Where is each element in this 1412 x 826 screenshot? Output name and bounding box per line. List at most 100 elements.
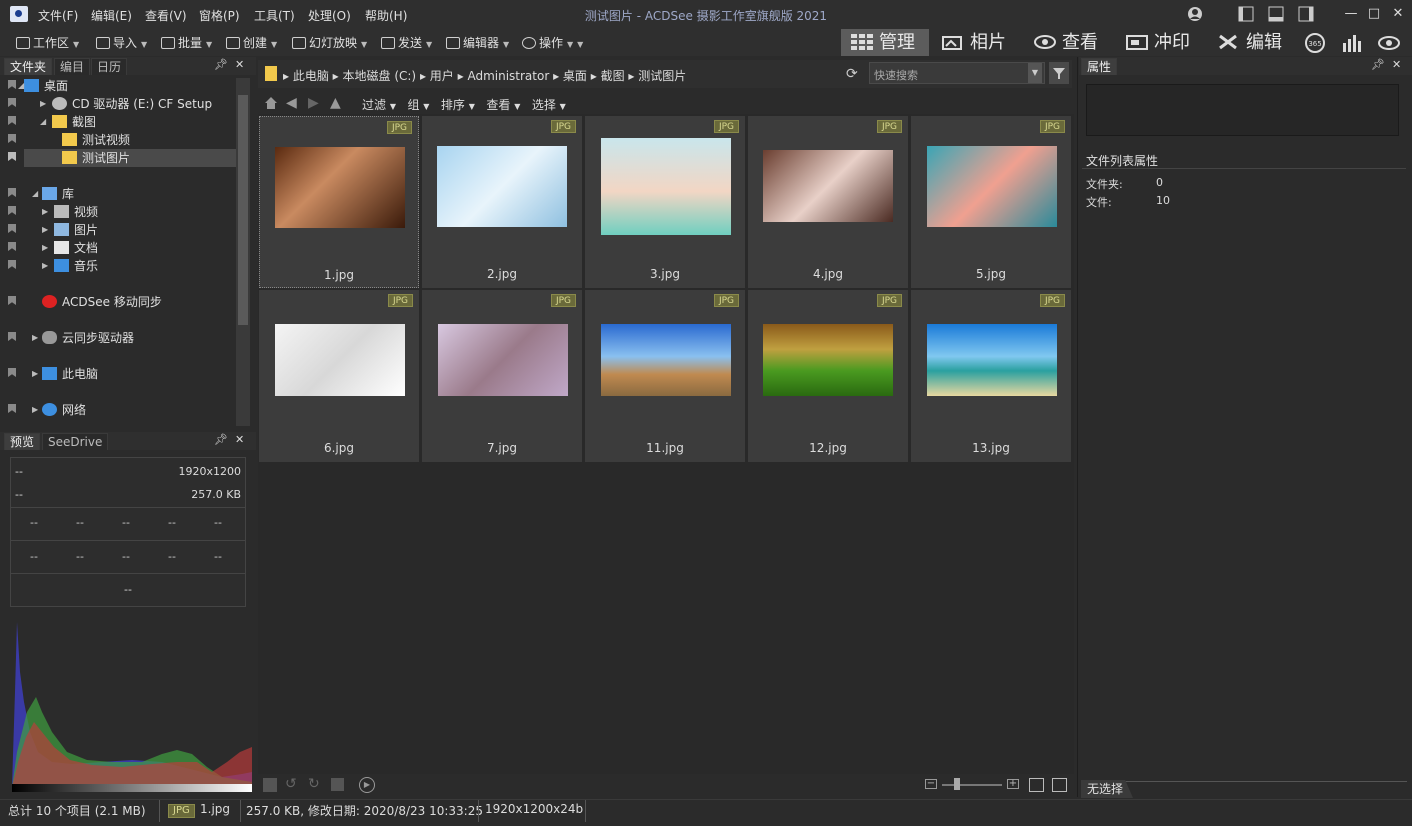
365-icon[interactable]: 365 (1304, 33, 1326, 53)
tree-pictures[interactable]: ▶ 图片 (42, 221, 98, 239)
forward-icon[interactable]: ▶ (308, 95, 319, 111)
slideshow-button[interactable]: 幻灯放映 ▼ (292, 34, 367, 52)
dashboard-icon[interactable] (1342, 33, 1364, 53)
select-menu[interactable]: 选择 ▼ (532, 98, 566, 112)
workspace-button[interactable]: 工作区 ▼ (16, 34, 79, 52)
maximize-icon[interactable]: □ (1366, 6, 1382, 22)
create-button[interactable]: 创建 ▼ (226, 34, 277, 52)
zoom-slider[interactable] (942, 784, 1002, 786)
back-icon[interactable]: ◀ (286, 95, 297, 111)
layout-bottom-icon[interactable] (1268, 6, 1284, 22)
tree-library[interactable]: ◢ 库 (30, 185, 74, 203)
play-icon[interactable]: ▶ (359, 777, 375, 793)
tree-network[interactable]: ▶ 网络 (30, 401, 86, 419)
close-panel-icon[interactable]: ✕ (1392, 58, 1401, 71)
refresh-icon[interactable]: ⟳ (846, 66, 858, 82)
mode-manage[interactable]: 管理 (841, 29, 929, 56)
layout-right-icon[interactable] (1298, 6, 1314, 22)
tree-acdsee-sync[interactable]: ACDSee 移动同步 (42, 293, 162, 311)
sort-menu[interactable]: 排序 ▼ (441, 98, 475, 112)
thumbnail-image (438, 324, 568, 396)
file-thumbnail[interactable]: JPG 3.jpg (585, 116, 745, 288)
tree-test-video[interactable]: 测试视频 (62, 131, 130, 149)
file-thumbnail[interactable]: JPG 11.jpg (585, 290, 745, 462)
editor-button[interactable]: 编辑器 ▼ (446, 34, 509, 52)
mode-view[interactable]: 查看 (1034, 29, 1098, 56)
crumb-desktop[interactable]: 桌面 (563, 69, 587, 83)
tree-cd-drive[interactable]: ▶ CD 驱动器 (E:) CF Setup (40, 95, 212, 113)
rotate-left-icon[interactable]: ↺ (285, 776, 297, 792)
mode-photos[interactable]: 相片 (942, 29, 1006, 56)
actions-button[interactable]: 操作 ▼ ▼ (522, 34, 583, 52)
file-thumbnail[interactable]: JPG 7.jpg (422, 290, 582, 462)
tab-no-selection[interactable]: 无选择 (1081, 780, 1133, 798)
zoom-in-icon[interactable]: + (1007, 779, 1019, 789)
tree-desktop[interactable]: ◢ 桌面 (18, 77, 68, 95)
tab-preview[interactable]: 预览 (4, 433, 41, 450)
tag-icon[interactable] (263, 778, 277, 792)
group-menu[interactable]: 组 ▼ (407, 98, 429, 112)
up-icon[interactable]: ▲ (330, 95, 341, 111)
scroll-thumb[interactable] (238, 95, 248, 325)
search-dropdown-icon[interactable]: ▼ (1028, 63, 1042, 83)
thumbnail-image (601, 324, 731, 396)
file-thumbnail[interactable]: JPG 12.jpg (748, 290, 908, 462)
filter-icon[interactable] (1049, 62, 1069, 84)
crumb-administrator[interactable]: Administrator (467, 69, 549, 83)
file-thumbnail[interactable]: JPG 13.jpg (911, 290, 1071, 462)
tree-this-pc[interactable]: ▶ 此电脑 (30, 365, 98, 383)
compare-icon[interactable] (331, 778, 344, 791)
pin-icon[interactable]: 📌︎ (1371, 58, 1385, 71)
import-button[interactable]: 导入 ▼ (96, 34, 147, 52)
filter-bar: 过滤 ▼ 组 ▼ 排序 ▼ 查看 ▼ 选择 ▼ (362, 96, 566, 113)
thumbnail-view-icon[interactable] (1029, 778, 1044, 792)
tab-catalog[interactable]: 编目 (54, 58, 91, 75)
filter-menu[interactable]: 过滤 ▼ (362, 98, 396, 112)
minimize-icon[interactable]: — (1343, 6, 1359, 22)
tree-test-images[interactable]: 测试图片 (24, 149, 236, 167)
folders-label: 文件夹: (1086, 178, 1123, 191)
zoom-slider-handle[interactable] (954, 778, 960, 790)
close-panel-icon[interactable]: ✕ (235, 58, 244, 71)
tree-screenshots[interactable]: ◢ 截图 (40, 113, 96, 131)
close-panel-icon[interactable]: ✕ (235, 433, 244, 446)
batch-button[interactable]: 批量 ▼ (161, 34, 212, 52)
rotate-right-icon[interactable]: ↻ (308, 776, 320, 792)
file-thumbnail[interactable]: JPG 6.jpg (259, 290, 419, 462)
file-thumbnail[interactable]: JPG 5.jpg (911, 116, 1071, 288)
luminar-eye-icon[interactable] (1377, 33, 1401, 53)
status-file-info: 257.0 KB, 修改日期: 2020/8/23 10:33:25 (246, 804, 483, 818)
thumbnail-image (601, 138, 731, 235)
tree-cloud-drives[interactable]: ▶ 云同步驱动器 (30, 329, 134, 347)
layout-left-icon[interactable] (1238, 6, 1254, 22)
crumb-users[interactable]: 用户 (430, 69, 454, 83)
zoom-out-icon[interactable]: − (925, 779, 937, 789)
thumbnail-image (927, 146, 1057, 227)
send-button[interactable]: 发送 ▼ (381, 34, 432, 52)
mode-edit[interactable]: 编辑 (1218, 29, 1282, 56)
crumb-screenshots[interactable]: 截图 (601, 69, 625, 83)
pin-icon[interactable]: 📌︎ (214, 433, 228, 446)
tab-calendar[interactable]: 日历 (91, 58, 128, 75)
tab-properties[interactable]: 属性 (1081, 58, 1118, 75)
crumb-this-pc[interactable]: 此电脑 (293, 69, 329, 83)
search-box[interactable]: 快速搜索 ▼ (869, 62, 1045, 84)
tree-music[interactable]: ▶ 音乐 (42, 257, 98, 275)
file-thumbnail[interactable]: JPG 2.jpg (422, 116, 582, 288)
pin-icon[interactable]: 📌︎ (214, 58, 228, 71)
tree-documents[interactable]: ▶ 文档 (42, 239, 98, 257)
crumb-local-disk[interactable]: 本地磁盘 (C:) (343, 69, 417, 83)
tab-seedrive[interactable]: SeeDrive (42, 433, 109, 450)
files-label: 文件: (1086, 196, 1112, 209)
details-view-icon[interactable] (1052, 778, 1067, 792)
home-icon[interactable] (264, 96, 278, 110)
file-thumbnail[interactable]: JPG 1.jpg (259, 116, 419, 288)
mode-develop[interactable]: 冲印 (1126, 29, 1190, 56)
account-icon[interactable] (1187, 6, 1203, 22)
close-icon[interactable]: ✕ (1390, 6, 1406, 22)
tree-videos[interactable]: ▶ 视频 (42, 203, 98, 221)
file-thumbnail[interactable]: JPG 4.jpg (748, 116, 908, 288)
crumb-test-images[interactable]: 测试图片 (638, 69, 686, 83)
tab-folders[interactable]: 文件夹 (4, 58, 53, 75)
view-menu[interactable]: 查看 ▼ (486, 98, 520, 112)
